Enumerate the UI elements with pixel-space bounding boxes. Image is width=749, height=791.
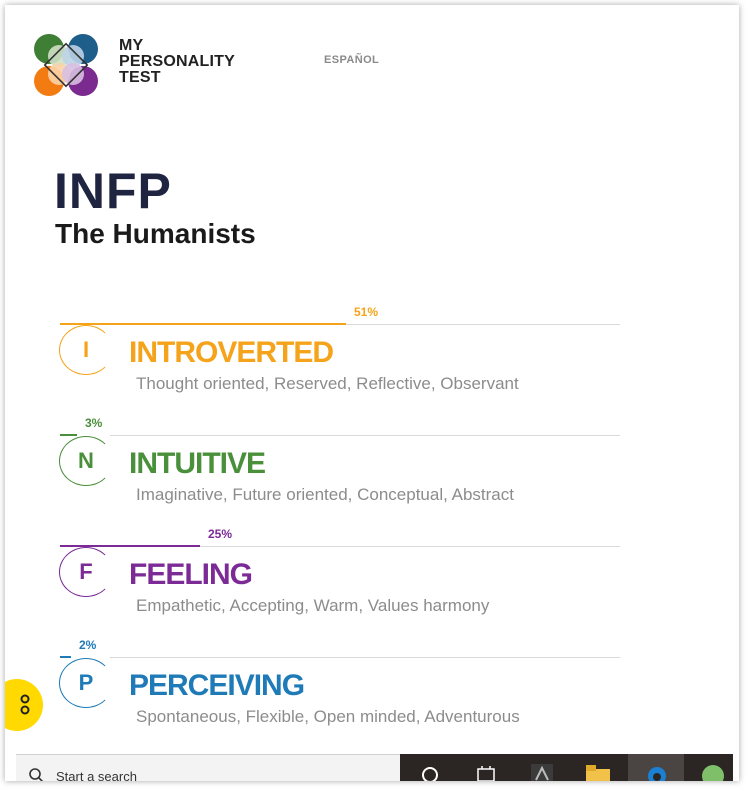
trait-description: Imaginative, Future oriented, Conceptual… [136, 485, 514, 504]
trait-row-perceiving: 2% P PERCEIVING Spontaneous, Flexible, O… [5, 638, 739, 748]
trait-track [110, 435, 620, 436]
trait-letter-circle: F [59, 547, 113, 597]
trait-track [110, 657, 620, 658]
browser-page: MY PERSONALITY TEST ESPAÑOL INFP The Hum… [5, 5, 739, 781]
user-avatar-icon[interactable] [701, 764, 725, 781]
personality-type-code: INFP [54, 163, 172, 219]
personality-type-name: The Humanists [55, 218, 256, 249]
trait-percent-label: 2% [79, 638, 97, 652]
trait-description: Spontaneous, Flexible, Open minded, Adve… [136, 707, 520, 726]
chat-icon [20, 694, 30, 715]
logo-line: TEST [119, 69, 161, 86]
trait-percent-label: 3% [85, 416, 103, 430]
trait-percent-bar [60, 656, 71, 658]
task-view-icon[interactable] [476, 766, 496, 781]
taskbar-search-box[interactable]: Start a search [16, 754, 400, 781]
trait-percent-label: 51% [354, 305, 379, 319]
trait-description: Empathetic, Accepting, Warm, Values harm… [136, 596, 490, 615]
trait-letter-circle: N [59, 436, 113, 486]
cortana-icon[interactable] [421, 766, 439, 781]
logo-icon[interactable] [31, 32, 101, 98]
trait-letter-circle: P [59, 658, 113, 708]
edge-browser-icon[interactable] [646, 765, 668, 781]
language-link[interactable]: ESPAÑOL [324, 54, 379, 66]
trait-row-introverted: 51% I INTROVERTED Thought oriented, Rese… [5, 305, 739, 415]
trait-percent-label: 25% [208, 527, 233, 541]
trait-name: INTUITIVE [129, 447, 266, 480]
trait-name: PERCEIVING [129, 669, 305, 702]
logo-line: MY [119, 37, 144, 54]
app-icon[interactable] [531, 764, 553, 781]
trait-description: Thought oriented, Reserved, Reflective, … [136, 374, 519, 393]
file-explorer-icon[interactable] [586, 765, 610, 781]
trait-percent-bar [60, 434, 77, 436]
logo-text[interactable]: MY PERSONALITY TEST [119, 38, 235, 86]
search-icon [29, 768, 44, 781]
logo-line: PERSONALITY [119, 53, 235, 70]
taskbar: Start a search [16, 754, 733, 781]
search-placeholder: Start a search [56, 769, 137, 781]
trait-row-intuitive: 3% N INTUITIVE Imaginative, Future orien… [5, 416, 739, 526]
trait-row-feeling: 25% F FEELING Empathetic, Accepting, War… [5, 527, 739, 637]
trait-name: INTROVERTED [129, 336, 334, 369]
trait-percent-bar [60, 323, 346, 325]
trait-name: FEELING [129, 558, 253, 591]
trait-letter-circle: I [59, 325, 113, 375]
